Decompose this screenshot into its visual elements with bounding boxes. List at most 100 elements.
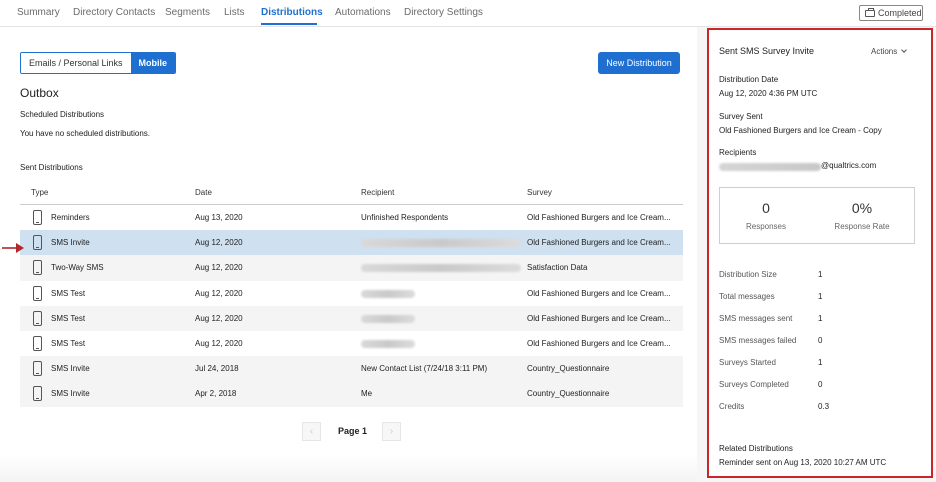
metric-value: 0 <box>818 380 823 389</box>
row-type: SMS Test <box>51 288 86 298</box>
row-date: Aug 12, 2020 <box>195 313 243 323</box>
bottom-fade <box>0 455 705 482</box>
phone-icon <box>33 285 42 301</box>
metric-label: Distribution Size <box>719 270 777 279</box>
table-row[interactable]: SMS Test Aug 12, 2020 Old Fashioned Burg… <box>20 331 683 356</box>
metric-label: SMS messages sent <box>719 314 793 323</box>
row-date: Aug 12, 2020 <box>195 238 243 248</box>
response-stats-box: 0 Responses 0% Response Rate <box>719 187 915 244</box>
table-row[interactable]: SMS Test Aug 12, 2020 Old Fashioned Burg… <box>20 305 683 331</box>
tab-distributions[interactable]: Distributions <box>261 7 323 18</box>
tab-automations[interactable]: Automations <box>335 7 391 18</box>
row-type: SMS Invite <box>51 364 90 374</box>
actions-dropdown[interactable]: Actions <box>871 47 908 56</box>
metric-label: Surveys Started <box>719 358 776 367</box>
row-survey: Old Fashioned Burgers and Ice Cream... <box>527 338 671 348</box>
table-header: Type Date Recipient Survey <box>20 180 683 205</box>
header-type: Type <box>31 188 49 197</box>
row-type: SMS Invite <box>51 389 90 399</box>
row-survey: Old Fashioned Burgers and Ice Cream... <box>527 238 671 248</box>
phone-icon <box>33 210 42 225</box>
tab-segments[interactable]: Segments <box>165 7 210 18</box>
pagination: ‹ Page 1 › <box>302 422 402 442</box>
row-survey: Country_Questionnaire <box>527 364 610 374</box>
phone-icon <box>33 361 42 377</box>
row-date: Aug 13, 2020 <box>195 213 243 222</box>
response-rate-label: Response Rate <box>834 222 890 231</box>
related-distribution-link[interactable]: Reminder sent on Aug 13, 2020 10:27 AM U… <box>719 458 886 467</box>
redacted-recipient <box>361 314 415 323</box>
toggle-emails-personal-links[interactable]: Emails / Personal Links <box>21 53 131 73</box>
sent-distributions-table: Type Date Recipient Survey Reminders Aug… <box>20 180 683 407</box>
row-survey: Old Fashioned Burgers and Ice Cream... <box>527 288 671 298</box>
phone-icon <box>33 386 42 402</box>
row-survey: Old Fashioned Burgers and Ice Cream... <box>527 213 671 222</box>
row-type: Reminders <box>51 213 90 222</box>
header-date: Date <box>195 188 212 197</box>
toggle-mobile[interactable]: Mobile <box>130 53 176 73</box>
metric-value: 1 <box>818 358 823 367</box>
table-row[interactable]: SMS Invite Apr 2, 2018 Me Country_Questi… <box>20 381 683 407</box>
redacted-recipient <box>361 239 521 248</box>
response-rate-value: 0% <box>851 200 873 216</box>
tab-summary[interactable]: Summary <box>17 7 60 18</box>
channel-toggle: Emails / Personal Links Mobile <box>20 52 177 74</box>
metric-label: Surveys Completed <box>719 380 789 389</box>
tab-directory-contacts[interactable]: Directory Contacts <box>73 7 155 18</box>
next-page-button[interactable]: › <box>382 422 401 441</box>
row-survey: Satisfaction Data <box>527 263 588 273</box>
redacted-recipient <box>361 264 521 273</box>
phone-icon <box>33 335 42 351</box>
completed-label: Completed <box>878 8 922 18</box>
chevron-down-icon <box>901 47 908 53</box>
row-date: Aug 12, 2020 <box>195 288 243 298</box>
row-type: Two-Way SMS <box>51 263 104 273</box>
top-nav: Summary Directory Contacts Segments List… <box>0 0 936 27</box>
outbox-title: Outbox <box>20 86 59 100</box>
redacted-email <box>719 163 821 171</box>
active-tab-indicator <box>261 23 317 25</box>
metric-value: 1 <box>818 292 823 301</box>
header-recipient: Recipient <box>361 188 395 197</box>
row-date: Jul 24, 2018 <box>195 364 239 374</box>
table-row[interactable]: Two-Way SMS Aug 12, 2020 Satisfaction Da… <box>20 255 683 281</box>
row-date: Aug 12, 2020 <box>195 263 243 273</box>
survey-sent-label: Survey Sent <box>719 112 763 121</box>
metric-value: 1 <box>818 270 823 279</box>
new-distribution-button[interactable]: New Distribution <box>598 52 680 74</box>
metric-value: 0 <box>818 336 823 345</box>
row-type: SMS Invite <box>51 238 90 248</box>
completed-button[interactable]: Completed <box>859 5 923 21</box>
redacted-recipient <box>361 339 415 348</box>
distribution-date-value: Aug 12, 2020 4:36 PM UTC <box>719 89 818 98</box>
table-row-selected[interactable]: SMS Invite Aug 12, 2020 Old Fashioned Bu… <box>20 230 683 256</box>
pointer-arrow-icon <box>2 243 24 253</box>
panel-title: Sent SMS Survey Invite <box>719 46 815 56</box>
row-type: SMS Test <box>51 338 86 348</box>
phone-icon <box>33 260 42 276</box>
row-date: Aug 12, 2020 <box>195 338 243 348</box>
metric-value: 0.3 <box>818 402 830 411</box>
responses-value: 0 <box>762 200 770 216</box>
phone-icon <box>33 235 42 251</box>
distribution-details-panel: Sent SMS Survey Invite Actions Distribut… <box>707 28 933 478</box>
previous-page-button[interactable]: ‹ <box>302 422 321 441</box>
responses-label: Responses <box>745 222 787 231</box>
phone-icon <box>33 310 42 326</box>
table-row[interactable]: SMS Test Aug 12, 2020 Old Fashioned Burg… <box>20 281 683 306</box>
recipients-label: Recipients <box>719 148 757 157</box>
tab-directory-settings[interactable]: Directory Settings <box>404 7 483 18</box>
table-row[interactable]: SMS Invite Jul 24, 2018 New Contact List… <box>20 356 683 382</box>
redacted-recipient <box>361 289 415 298</box>
metric-label: SMS messages failed <box>719 336 797 345</box>
row-survey: Old Fashioned Burgers and Ice Cream... <box>527 313 671 323</box>
distribution-date-label: Distribution Date <box>719 75 779 84</box>
row-recipient: Unfinished Respondents <box>361 213 449 222</box>
related-distributions-label: Related Distributions <box>719 444 793 453</box>
row-survey: Country_Questionnaire <box>527 389 610 399</box>
header-survey: Survey <box>527 188 552 197</box>
table-row[interactable]: Reminders Aug 13, 2020 Unfinished Respon… <box>20 205 683 230</box>
survey-sent-value: Old Fashioned Burgers and Ice Cream - Co… <box>719 126 882 135</box>
metric-label: Credits <box>719 402 745 411</box>
tab-lists[interactable]: Lists <box>224 7 245 18</box>
